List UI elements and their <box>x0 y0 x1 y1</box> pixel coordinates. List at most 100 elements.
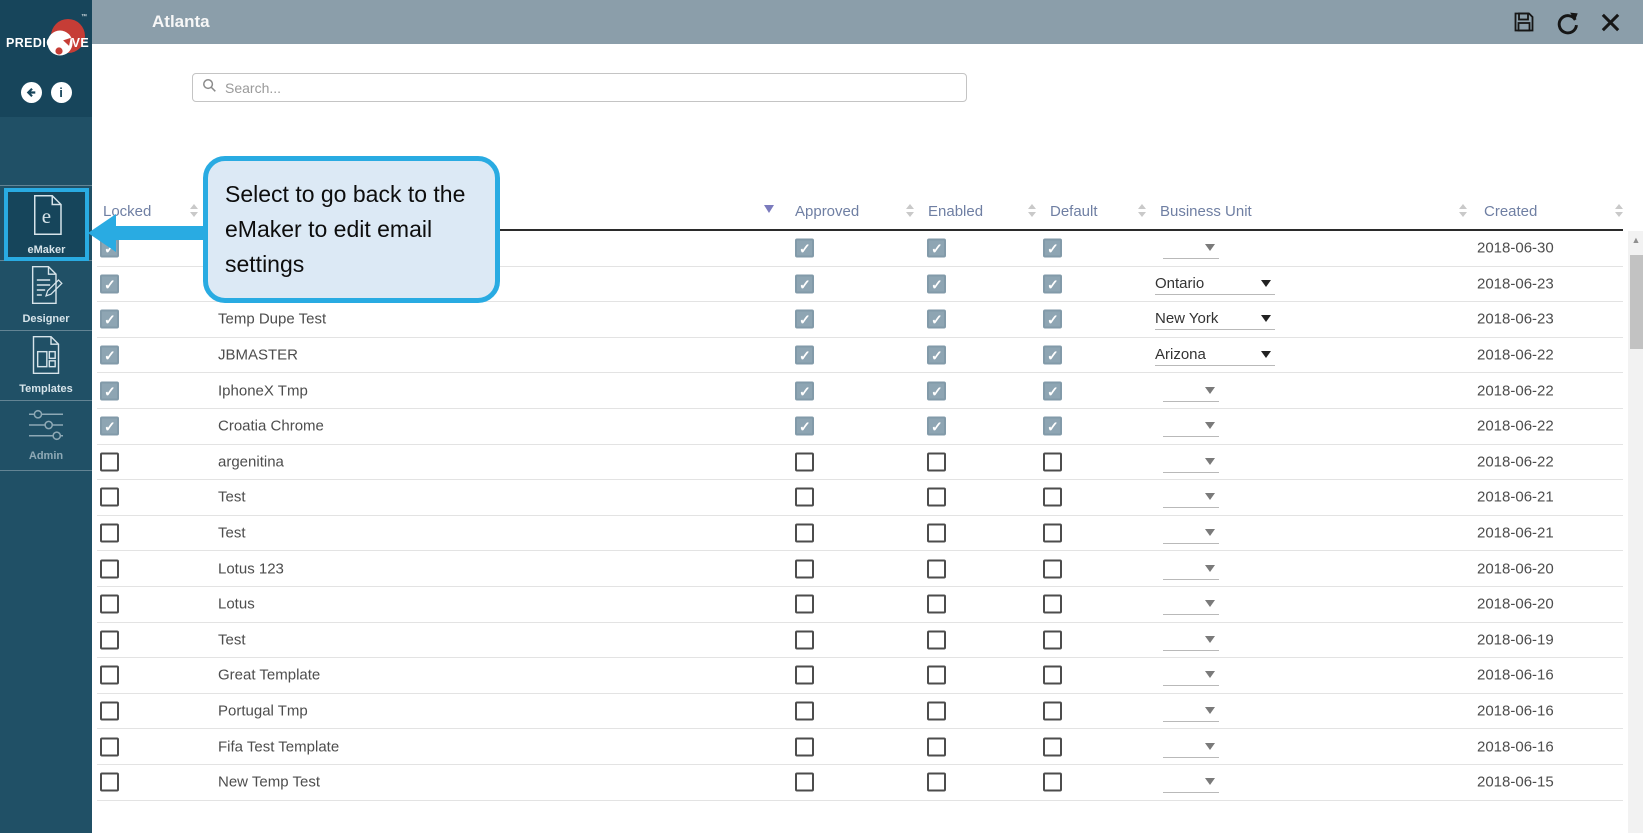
business-unit-dropdown[interactable] <box>1163 593 1219 615</box>
default-checkbox[interactable] <box>1043 452 1062 471</box>
sort-icon[interactable] <box>905 204 915 217</box>
locked-checkbox[interactable] <box>100 595 119 614</box>
sort-icon[interactable] <box>189 204 199 217</box>
column-header-enabled[interactable]: Enabled <box>928 203 983 220</box>
locked-checkbox[interactable] <box>100 488 119 507</box>
search-box[interactable] <box>192 73 967 102</box>
business-unit-dropdown[interactable] <box>1163 415 1219 437</box>
sidebar-item-emaker[interactable]: e eMaker <box>4 188 89 261</box>
approved-checkbox[interactable] <box>795 559 814 578</box>
default-checkbox[interactable] <box>1043 773 1062 792</box>
search-input[interactable] <box>225 80 957 96</box>
enabled-checkbox[interactable] <box>927 488 946 507</box>
locked-checkbox[interactable] <box>100 559 119 578</box>
enabled-checkbox[interactable] <box>927 559 946 578</box>
business-unit-dropdown[interactable] <box>1163 700 1219 722</box>
default-checkbox[interactable] <box>1043 488 1062 507</box>
enabled-checkbox[interactable] <box>927 524 946 543</box>
default-checkbox[interactable] <box>1043 417 1062 436</box>
enabled-checkbox[interactable] <box>927 630 946 649</box>
default-checkbox[interactable] <box>1043 666 1062 685</box>
business-unit-dropdown[interactable] <box>1163 629 1219 651</box>
default-checkbox[interactable] <box>1043 310 1062 329</box>
business-unit-dropdown[interactable]: Arizona <box>1155 344 1275 366</box>
enabled-checkbox[interactable] <box>927 773 946 792</box>
enabled-checkbox[interactable] <box>927 381 946 400</box>
business-unit-dropdown[interactable] <box>1163 664 1219 686</box>
column-header-business-unit[interactable]: Business Unit <box>1160 203 1252 220</box>
business-unit-dropdown[interactable] <box>1163 237 1219 259</box>
default-checkbox[interactable] <box>1043 630 1062 649</box>
enabled-checkbox[interactable] <box>927 417 946 436</box>
close-icon[interactable] <box>1597 9 1623 35</box>
scrollbar-thumb[interactable] <box>1630 255 1643 349</box>
approved-checkbox[interactable] <box>795 381 814 400</box>
default-checkbox[interactable] <box>1043 595 1062 614</box>
business-unit-dropdown[interactable] <box>1163 486 1219 508</box>
info-icon[interactable]: i <box>51 82 72 103</box>
sort-icon[interactable] <box>1614 204 1624 217</box>
default-checkbox[interactable] <box>1043 524 1062 543</box>
enabled-checkbox[interactable] <box>927 310 946 329</box>
sidebar-item-templates[interactable]: Templates <box>0 332 92 398</box>
locked-checkbox[interactable] <box>100 524 119 543</box>
locked-checkbox[interactable] <box>100 417 119 436</box>
approved-checkbox[interactable] <box>795 239 814 258</box>
locked-checkbox[interactable] <box>100 737 119 756</box>
enabled-checkbox[interactable] <box>927 666 946 685</box>
business-unit-dropdown[interactable] <box>1163 736 1219 758</box>
default-checkbox[interactable] <box>1043 702 1062 721</box>
default-checkbox[interactable] <box>1043 239 1062 258</box>
column-header-created[interactable]: Created <box>1484 203 1537 220</box>
sidebar-item-designer[interactable]: Designer <box>0 262 92 328</box>
approved-checkbox[interactable] <box>795 524 814 543</box>
approved-checkbox[interactable] <box>795 702 814 721</box>
locked-checkbox[interactable] <box>100 381 119 400</box>
default-checkbox[interactable] <box>1043 381 1062 400</box>
approved-checkbox[interactable] <box>795 737 814 756</box>
refresh-icon[interactable] <box>1554 9 1580 35</box>
default-checkbox[interactable] <box>1043 274 1062 293</box>
sort-descending-icon[interactable] <box>764 205 774 213</box>
locked-checkbox[interactable] <box>100 666 119 685</box>
default-checkbox[interactable] <box>1043 346 1062 365</box>
sidebar-item-admin[interactable]: Admin <box>0 402 92 468</box>
enabled-checkbox[interactable] <box>927 239 946 258</box>
enabled-checkbox[interactable] <box>927 702 946 721</box>
approved-checkbox[interactable] <box>795 417 814 436</box>
save-icon[interactable] <box>1511 9 1537 35</box>
approved-checkbox[interactable] <box>795 630 814 649</box>
sort-icon[interactable] <box>1027 204 1037 217</box>
vertical-scrollbar[interactable]: ▲ <box>1628 231 1643 833</box>
column-header-approved[interactable]: Approved <box>795 203 859 220</box>
business-unit-dropdown[interactable] <box>1163 451 1219 473</box>
approved-checkbox[interactable] <box>795 452 814 471</box>
business-unit-dropdown[interactable] <box>1163 522 1219 544</box>
locked-checkbox[interactable] <box>100 630 119 649</box>
sort-icon[interactable] <box>1458 204 1468 217</box>
default-checkbox[interactable] <box>1043 559 1062 578</box>
sort-icon[interactable] <box>1137 204 1147 217</box>
business-unit-dropdown[interactable] <box>1163 558 1219 580</box>
locked-checkbox[interactable] <box>100 346 119 365</box>
locked-checkbox[interactable] <box>100 452 119 471</box>
locked-checkbox[interactable] <box>100 274 119 293</box>
business-unit-dropdown[interactable]: Ontario <box>1155 273 1275 295</box>
approved-checkbox[interactable] <box>795 346 814 365</box>
enabled-checkbox[interactable] <box>927 346 946 365</box>
approved-checkbox[interactable] <box>795 488 814 507</box>
locked-checkbox[interactable] <box>100 702 119 721</box>
business-unit-dropdown[interactable] <box>1163 380 1219 402</box>
enabled-checkbox[interactable] <box>927 737 946 756</box>
enabled-checkbox[interactable] <box>927 274 946 293</box>
column-header-default[interactable]: Default <box>1050 203 1098 220</box>
enabled-checkbox[interactable] <box>927 595 946 614</box>
locked-checkbox[interactable] <box>100 773 119 792</box>
business-unit-dropdown[interactable] <box>1163 771 1219 793</box>
approved-checkbox[interactable] <box>795 310 814 329</box>
default-checkbox[interactable] <box>1043 737 1062 756</box>
approved-checkbox[interactable] <box>795 773 814 792</box>
business-unit-dropdown[interactable]: New York <box>1155 308 1275 330</box>
approved-checkbox[interactable] <box>795 274 814 293</box>
locked-checkbox[interactable] <box>100 310 119 329</box>
